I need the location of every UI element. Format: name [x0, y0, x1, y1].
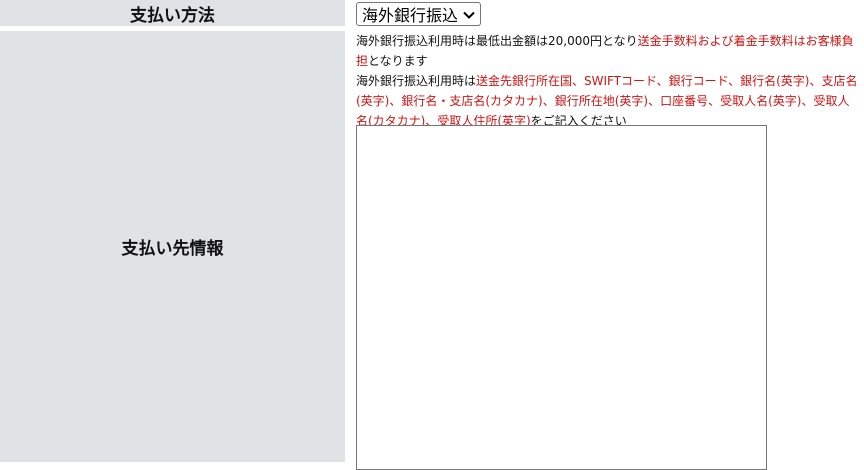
- min-amount-note: 海外銀行振込利用時は最低出金額は20,000円となり送金手数料および着金手数料は…: [356, 31, 861, 71]
- required-fields-intro: 海外銀行振込利用時は: [356, 74, 477, 88]
- payee-info-value-cell: 海外銀行振込利用時は最低出金額は20,000円となり送金手数料および着金手数料は…: [348, 31, 864, 470]
- payment-method-label: 支払い方法: [130, 5, 215, 26]
- payment-method-label-cell: 支払い方法: [0, 0, 345, 26]
- payment-method-select[interactable]: 海外銀行振込: [356, 2, 482, 26]
- required-fields-note: 海外銀行振込利用時は送金先銀行所在国、SWIFTコード、銀行コード、銀行名(英字…: [356, 71, 861, 131]
- payee-info-label: 支払い先情報: [121, 239, 224, 259]
- payee-info-textarea[interactable]: [356, 125, 767, 470]
- payment-method-selected-value: 海外銀行振込: [362, 6, 459, 25]
- payment-method-value-cell: 海外銀行振込: [348, 0, 864, 26]
- payee-info-label-cell: 支払い先情報: [0, 31, 345, 462]
- payment-form-table: 支払い方法 海外銀行振込 支払い先情報 海外銀行振込利用時は最低出金額は20,0…: [0, 0, 864, 470]
- payee-info-notes: 海外銀行振込利用時は最低出金額は20,000円となり送金手数料および着金手数料は…: [356, 31, 861, 131]
- chevron-down-icon: [462, 7, 476, 21]
- min-amount-note-tail: となります: [368, 54, 428, 68]
- min-amount-note-text: 海外銀行振込利用時は最低出金額は20,000円となり: [356, 34, 638, 48]
